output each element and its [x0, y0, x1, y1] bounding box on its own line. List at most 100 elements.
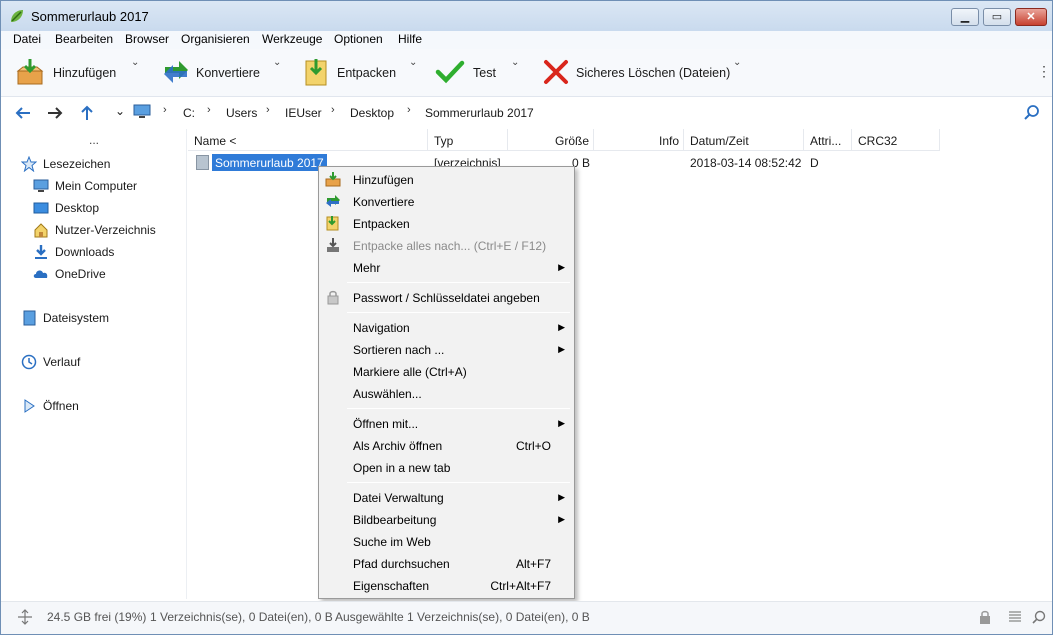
monitor-icon [33, 179, 49, 192]
ctx-item-extract[interactable]: Entpacken [321, 212, 572, 234]
crumb-drive[interactable]: C: [183, 106, 195, 120]
submenu-arrow-icon: ▶ [558, 492, 565, 502]
sidebar-item-downloads[interactable]: Downloads [33, 243, 183, 261]
menu-hilfe[interactable]: Hilfe [398, 32, 422, 46]
submenu-arrow-icon: ▶ [558, 322, 565, 332]
crumb-current-folder[interactable]: Sommerurlaub 2017 [425, 106, 534, 120]
ctx-item-search-path[interactable]: Pfad durchsuchen Alt+F7 [321, 552, 572, 574]
app-window: Sommerurlaub 2017 ▁ ▭ ✕ Datei Bearbeiten… [0, 0, 1053, 635]
search-icon[interactable] [1023, 104, 1041, 122]
column-header-name[interactable]: Name < [188, 129, 428, 151]
sidebar-item-desktop[interactable]: Desktop [33, 199, 183, 217]
sidebar-item-user-folder[interactable]: Nutzer-Verzeichnis [33, 221, 183, 239]
forward-arrow-icon[interactable] [45, 103, 65, 123]
path-dropdown-chevron-icon[interactable]: ⌄ [115, 104, 125, 118]
menu-browser[interactable]: Browser [125, 32, 169, 46]
column-header-label: Info [658, 134, 679, 148]
menu-divider [347, 482, 570, 483]
ctx-item-open-as-archive[interactable]: Als Archiv öffnen Ctrl+O [321, 434, 572, 456]
back-arrow-icon[interactable] [13, 103, 33, 123]
ctx-label: Öffnen mit... [353, 417, 419, 431]
menu-organisieren[interactable]: Organisieren [181, 32, 250, 46]
ctx-item-image-editing[interactable]: Bildbearbeitung ▶ [321, 508, 572, 530]
ctx-item-more[interactable]: Mehr ▶ [321, 256, 572, 278]
column-header-info[interactable]: Info [594, 129, 684, 151]
sidebar-item-filesystem[interactable]: Dateisystem [21, 309, 181, 327]
menu-werkzeuge[interactable]: Werkzeuge [262, 32, 322, 46]
convert-button[interactable]: Konvertiere [161, 57, 271, 89]
column-header-label: CRC32 [858, 134, 898, 148]
column-header-size[interactable]: Größe [508, 129, 594, 151]
sidebar-item-onedrive[interactable]: OneDrive [33, 265, 183, 283]
sidebar-item-my-computer[interactable]: Mein Computer [33, 177, 183, 195]
extract-chevron-down-icon[interactable]: ⌄ [409, 57, 417, 68]
column-header-date[interactable]: Datum/Zeit [684, 129, 804, 151]
column-header-label: Größe [554, 134, 589, 148]
minimize-button[interactable]: ▁ [951, 8, 979, 26]
sidebar-more-dots[interactable]: ... [89, 133, 99, 147]
delete-chevron-down-icon[interactable]: ⌄ [733, 57, 741, 68]
submenu-arrow-icon: ▶ [558, 344, 565, 354]
menu-bearbeiten[interactable]: Bearbeiten [55, 32, 113, 46]
submenu-arrow-icon: ▶ [558, 514, 565, 524]
status-bar: 24.5 GB frei (19%) 1 Verzeichnis(se), 0 … [1, 601, 1052, 634]
ctx-item-select-all[interactable]: Markiere alle (Ctrl+A) [321, 360, 572, 382]
crumb-ieuser[interactable]: IEUser [285, 106, 322, 120]
secure-delete-button[interactable]: Sicheres Löschen (Dateien) [541, 57, 730, 89]
add-label: Hinzufügen [53, 66, 117, 80]
close-button[interactable]: ✕ [1015, 8, 1047, 26]
submenu-arrow-icon: ▶ [558, 418, 565, 428]
minimize-icon: ▁ [960, 11, 970, 23]
extract-all-icon [327, 238, 339, 252]
selected-file-name[interactable]: Sommerurlaub 2017 [212, 154, 327, 171]
ctx-item-extract-all: Entpacke alles nach... (Ctrl+E / F12) [321, 234, 572, 256]
details-view-icon[interactable] [1007, 609, 1023, 625]
ctx-item-web-search[interactable]: Suche im Web [321, 530, 572, 552]
up-arrow-icon[interactable] [77, 103, 97, 123]
sidebar-item-open[interactable]: Öffnen [21, 397, 181, 415]
ctx-shortcut: Alt+F7 [515, 557, 551, 571]
ctx-label: Entpacke alles nach... (Ctrl+E / F12) [353, 239, 547, 253]
menu-divider [347, 312, 570, 313]
ctx-item-file-management[interactable]: Datei Verwaltung ▶ [321, 486, 572, 508]
crumb-users[interactable]: Users [226, 106, 257, 120]
computer-icon[interactable] [133, 104, 151, 120]
crumb-desktop[interactable]: Desktop [350, 106, 394, 120]
ctx-item-password[interactable]: Passwort / Schlüsseldatei angeben [321, 286, 572, 308]
column-header-label: Attri... [810, 134, 842, 148]
ctx-item-open-new-tab[interactable]: Open in a new tab [321, 456, 572, 478]
test-chevron-down-icon[interactable]: ⌄ [511, 57, 519, 68]
ctx-item-properties[interactable]: Eigenschaften Ctrl+Alt+F7 [321, 574, 572, 596]
address-bar: ⌄ › C: › Users › IEUser › Desktop › Somm… [1, 98, 1052, 128]
ctx-item-select[interactable]: Auswählen... [321, 382, 572, 404]
ctx-label: Open in a new tab [353, 461, 451, 475]
menu-datei[interactable]: Datei [13, 32, 41, 46]
path-separator: › [163, 104, 167, 116]
ctx-item-convert[interactable]: Konvertiere [321, 190, 572, 212]
ctx-item-navigation[interactable]: Navigation ▶ [321, 316, 572, 338]
column-header-type[interactable]: Typ [428, 129, 508, 151]
play-icon [24, 399, 35, 413]
more-options-icon[interactable]: ⋮ [1037, 63, 1051, 80]
sidebar: ... Lesezeichen Mein Computer Desktop Nu… [1, 129, 187, 599]
sidebar-item-history[interactable]: Verlauf [21, 353, 181, 371]
resize-move-icon[interactable] [17, 609, 33, 625]
add-chevron-down-icon[interactable]: ⌄ [131, 57, 139, 68]
maximize-button[interactable]: ▭ [983, 8, 1011, 26]
lock-icon[interactable] [977, 609, 993, 625]
sidebar-item-bookmarks[interactable]: Lesezeichen [21, 155, 181, 173]
test-button[interactable]: Test [435, 57, 501, 89]
add-button[interactable]: Hinzufügen [15, 57, 127, 89]
menu-divider [347, 282, 570, 283]
column-header-crc32[interactable]: CRC32 [852, 129, 940, 151]
ctx-item-add[interactable]: Hinzufügen [321, 168, 572, 190]
convert-chevron-down-icon[interactable]: ⌄ [273, 57, 281, 68]
extract-button[interactable]: Entpacken [303, 57, 407, 89]
ctx-item-sort-by[interactable]: Sortieren nach ... ▶ [321, 338, 572, 360]
menu-optionen[interactable]: Optionen [334, 32, 383, 46]
ctx-label: Mehr [353, 261, 381, 275]
column-header-label: Datum/Zeit [690, 134, 749, 148]
column-header-attributes[interactable]: Attri... [804, 129, 852, 151]
ctx-item-open-with[interactable]: Öffnen mit... ▶ [321, 412, 572, 434]
zoom-icon[interactable] [1031, 609, 1047, 625]
